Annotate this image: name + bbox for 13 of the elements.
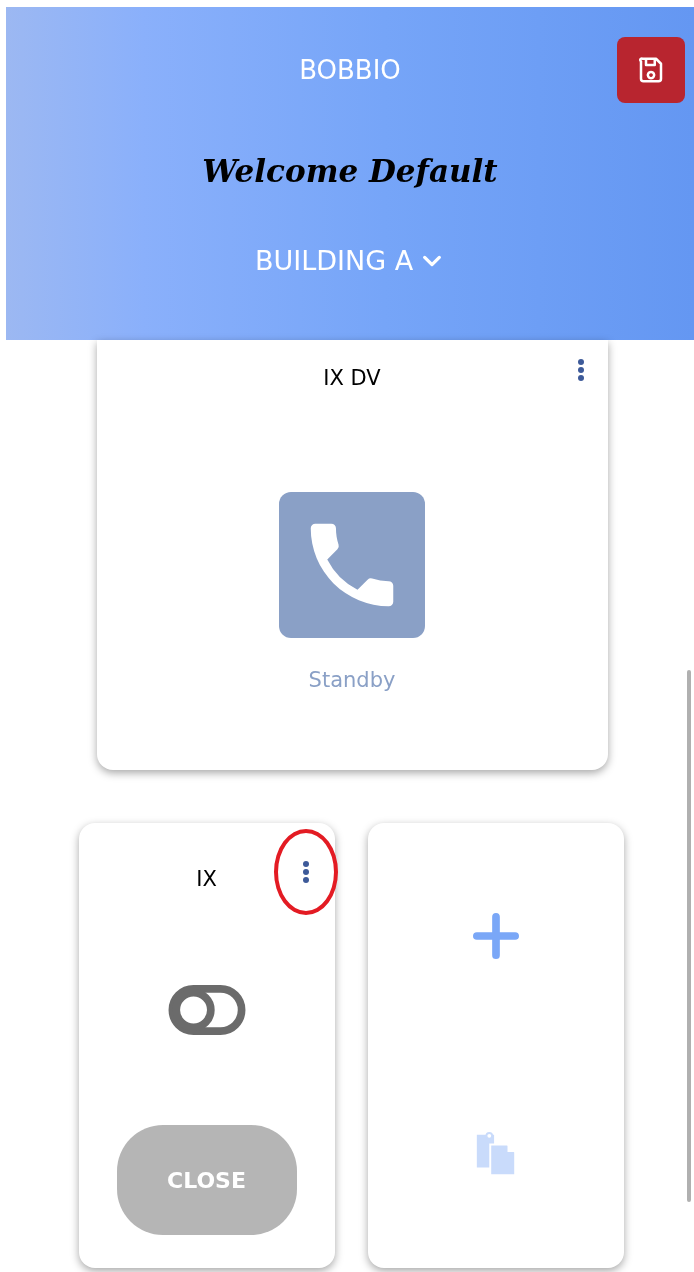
kebab-menu-icon [301,860,310,884]
app-title: BOBBIO [299,55,401,85]
kebab-menu-icon [576,358,585,382]
toggle-icon[interactable] [167,985,246,1035]
welcome-text: Welcome Default [202,153,498,189]
plus-icon[interactable] [472,913,519,959]
building-dropdown[interactable]: BUILDING A [254,245,446,276]
phone-icon[interactable] [279,492,425,638]
more-options-button[interactable] [273,829,338,915]
save-button[interactable] [617,37,685,103]
device-name: IX [196,867,217,891]
status-text: Standby [308,668,396,692]
device-name: IX DV [323,366,381,390]
